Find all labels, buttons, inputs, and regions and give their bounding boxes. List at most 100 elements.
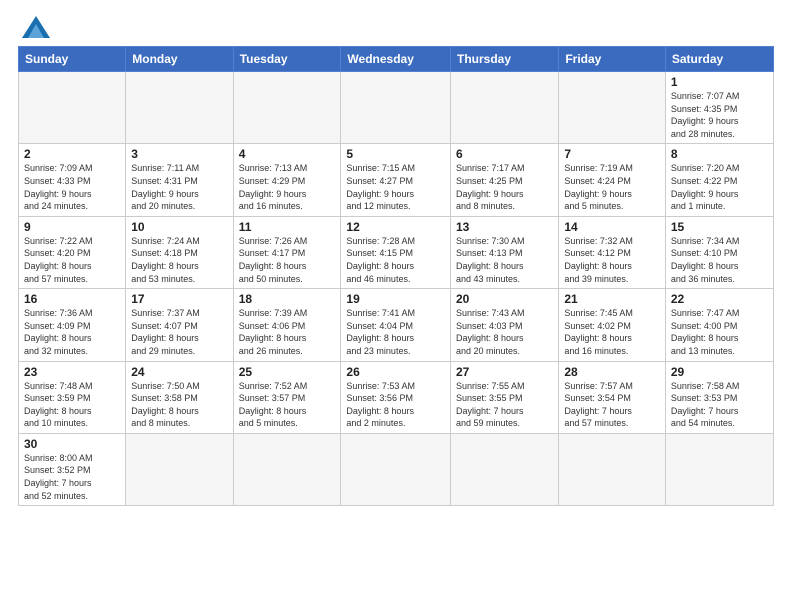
calendar-cell: 3Sunrise: 7:11 AM Sunset: 4:31 PM Daylig… [126, 144, 233, 216]
day-info: Sunrise: 7:11 AM Sunset: 4:31 PM Dayligh… [131, 162, 227, 212]
day-info: Sunrise: 7:58 AM Sunset: 3:53 PM Dayligh… [671, 380, 768, 430]
day-info: Sunrise: 7:48 AM Sunset: 3:59 PM Dayligh… [24, 380, 120, 430]
calendar-week-row: 1Sunrise: 7:07 AM Sunset: 4:35 PM Daylig… [19, 72, 774, 144]
day-info: Sunrise: 7:26 AM Sunset: 4:17 PM Dayligh… [239, 235, 336, 285]
day-number: 22 [671, 292, 768, 306]
day-info: Sunrise: 7:19 AM Sunset: 4:24 PM Dayligh… [564, 162, 660, 212]
day-number: 5 [346, 147, 445, 161]
day-number: 18 [239, 292, 336, 306]
col-sunday: Sunday [19, 47, 126, 72]
day-info: Sunrise: 7:17 AM Sunset: 4:25 PM Dayligh… [456, 162, 553, 212]
calendar-cell: 30Sunrise: 8:00 AM Sunset: 3:52 PM Dayli… [19, 433, 126, 505]
calendar-cell: 9Sunrise: 7:22 AM Sunset: 4:20 PM Daylig… [19, 216, 126, 288]
day-number: 26 [346, 365, 445, 379]
day-number: 20 [456, 292, 553, 306]
col-tuesday: Tuesday [233, 47, 341, 72]
calendar-cell [126, 433, 233, 505]
day-number: 19 [346, 292, 445, 306]
day-number: 13 [456, 220, 553, 234]
calendar-week-row: 23Sunrise: 7:48 AM Sunset: 3:59 PM Dayli… [19, 361, 774, 433]
col-thursday: Thursday [451, 47, 559, 72]
col-wednesday: Wednesday [341, 47, 451, 72]
calendar-cell [559, 72, 666, 144]
day-number: 8 [671, 147, 768, 161]
calendar-cell: 12Sunrise: 7:28 AM Sunset: 4:15 PM Dayli… [341, 216, 451, 288]
day-info: Sunrise: 7:37 AM Sunset: 4:07 PM Dayligh… [131, 307, 227, 357]
calendar-cell: 1Sunrise: 7:07 AM Sunset: 4:35 PM Daylig… [665, 72, 773, 144]
calendar-cell: 4Sunrise: 7:13 AM Sunset: 4:29 PM Daylig… [233, 144, 341, 216]
calendar-cell: 22Sunrise: 7:47 AM Sunset: 4:00 PM Dayli… [665, 289, 773, 361]
day-number: 4 [239, 147, 336, 161]
calendar-cell: 19Sunrise: 7:41 AM Sunset: 4:04 PM Dayli… [341, 289, 451, 361]
day-number: 21 [564, 292, 660, 306]
day-info: Sunrise: 7:36 AM Sunset: 4:09 PM Dayligh… [24, 307, 120, 357]
calendar-cell: 29Sunrise: 7:58 AM Sunset: 3:53 PM Dayli… [665, 361, 773, 433]
calendar-cell: 21Sunrise: 7:45 AM Sunset: 4:02 PM Dayli… [559, 289, 666, 361]
day-info: Sunrise: 7:43 AM Sunset: 4:03 PM Dayligh… [456, 307, 553, 357]
calendar-week-row: 16Sunrise: 7:36 AM Sunset: 4:09 PM Dayli… [19, 289, 774, 361]
calendar-cell [559, 433, 666, 505]
calendar-cell: 27Sunrise: 7:55 AM Sunset: 3:55 PM Dayli… [451, 361, 559, 433]
day-info: Sunrise: 7:07 AM Sunset: 4:35 PM Dayligh… [671, 90, 768, 140]
day-number: 7 [564, 147, 660, 161]
calendar-cell [451, 433, 559, 505]
calendar-cell: 15Sunrise: 7:34 AM Sunset: 4:10 PM Dayli… [665, 216, 773, 288]
day-number: 28 [564, 365, 660, 379]
calendar-cell: 25Sunrise: 7:52 AM Sunset: 3:57 PM Dayli… [233, 361, 341, 433]
calendar-cell: 26Sunrise: 7:53 AM Sunset: 3:56 PM Dayli… [341, 361, 451, 433]
day-info: Sunrise: 7:09 AM Sunset: 4:33 PM Dayligh… [24, 162, 120, 212]
calendar-cell: 28Sunrise: 7:57 AM Sunset: 3:54 PM Dayli… [559, 361, 666, 433]
calendar-cell: 13Sunrise: 7:30 AM Sunset: 4:13 PM Dayli… [451, 216, 559, 288]
logo [18, 16, 50, 38]
day-number: 12 [346, 220, 445, 234]
calendar-week-row: 2Sunrise: 7:09 AM Sunset: 4:33 PM Daylig… [19, 144, 774, 216]
day-info: Sunrise: 7:28 AM Sunset: 4:15 PM Dayligh… [346, 235, 445, 285]
day-number: 6 [456, 147, 553, 161]
col-monday: Monday [126, 47, 233, 72]
day-info: Sunrise: 7:30 AM Sunset: 4:13 PM Dayligh… [456, 235, 553, 285]
day-number: 15 [671, 220, 768, 234]
header [18, 16, 774, 38]
calendar-cell [233, 433, 341, 505]
day-number: 30 [24, 437, 120, 451]
day-info: Sunrise: 7:47 AM Sunset: 4:00 PM Dayligh… [671, 307, 768, 357]
calendar-table: Sunday Monday Tuesday Wednesday Thursday… [18, 46, 774, 506]
calendar-cell: 24Sunrise: 7:50 AM Sunset: 3:58 PM Dayli… [126, 361, 233, 433]
calendar-cell: 2Sunrise: 7:09 AM Sunset: 4:33 PM Daylig… [19, 144, 126, 216]
calendar-header-row: Sunday Monday Tuesday Wednesday Thursday… [19, 47, 774, 72]
calendar-cell: 18Sunrise: 7:39 AM Sunset: 4:06 PM Dayli… [233, 289, 341, 361]
day-number: 2 [24, 147, 120, 161]
calendar-cell: 17Sunrise: 7:37 AM Sunset: 4:07 PM Dayli… [126, 289, 233, 361]
calendar-cell [451, 72, 559, 144]
day-number: 29 [671, 365, 768, 379]
calendar-cell [19, 72, 126, 144]
day-number: 10 [131, 220, 227, 234]
day-info: Sunrise: 7:15 AM Sunset: 4:27 PM Dayligh… [346, 162, 445, 212]
calendar-cell: 7Sunrise: 7:19 AM Sunset: 4:24 PM Daylig… [559, 144, 666, 216]
calendar-cell: 8Sunrise: 7:20 AM Sunset: 4:22 PM Daylig… [665, 144, 773, 216]
day-number: 9 [24, 220, 120, 234]
day-number: 23 [24, 365, 120, 379]
day-number: 24 [131, 365, 227, 379]
day-info: Sunrise: 7:20 AM Sunset: 4:22 PM Dayligh… [671, 162, 768, 212]
day-number: 27 [456, 365, 553, 379]
day-info: Sunrise: 7:45 AM Sunset: 4:02 PM Dayligh… [564, 307, 660, 357]
calendar-cell [341, 72, 451, 144]
day-info: Sunrise: 7:24 AM Sunset: 4:18 PM Dayligh… [131, 235, 227, 285]
calendar-cell: 14Sunrise: 7:32 AM Sunset: 4:12 PM Dayli… [559, 216, 666, 288]
day-info: Sunrise: 7:39 AM Sunset: 4:06 PM Dayligh… [239, 307, 336, 357]
day-number: 16 [24, 292, 120, 306]
calendar-cell [341, 433, 451, 505]
day-info: Sunrise: 7:53 AM Sunset: 3:56 PM Dayligh… [346, 380, 445, 430]
calendar-cell [233, 72, 341, 144]
calendar-cell: 5Sunrise: 7:15 AM Sunset: 4:27 PM Daylig… [341, 144, 451, 216]
day-info: Sunrise: 8:00 AM Sunset: 3:52 PM Dayligh… [24, 452, 120, 502]
calendar-cell: 20Sunrise: 7:43 AM Sunset: 4:03 PM Dayli… [451, 289, 559, 361]
calendar-week-row: 9Sunrise: 7:22 AM Sunset: 4:20 PM Daylig… [19, 216, 774, 288]
day-number: 17 [131, 292, 227, 306]
calendar-cell: 11Sunrise: 7:26 AM Sunset: 4:17 PM Dayli… [233, 216, 341, 288]
calendar-week-row: 30Sunrise: 8:00 AM Sunset: 3:52 PM Dayli… [19, 433, 774, 505]
day-number: 1 [671, 75, 768, 89]
day-info: Sunrise: 7:13 AM Sunset: 4:29 PM Dayligh… [239, 162, 336, 212]
day-info: Sunrise: 7:22 AM Sunset: 4:20 PM Dayligh… [24, 235, 120, 285]
